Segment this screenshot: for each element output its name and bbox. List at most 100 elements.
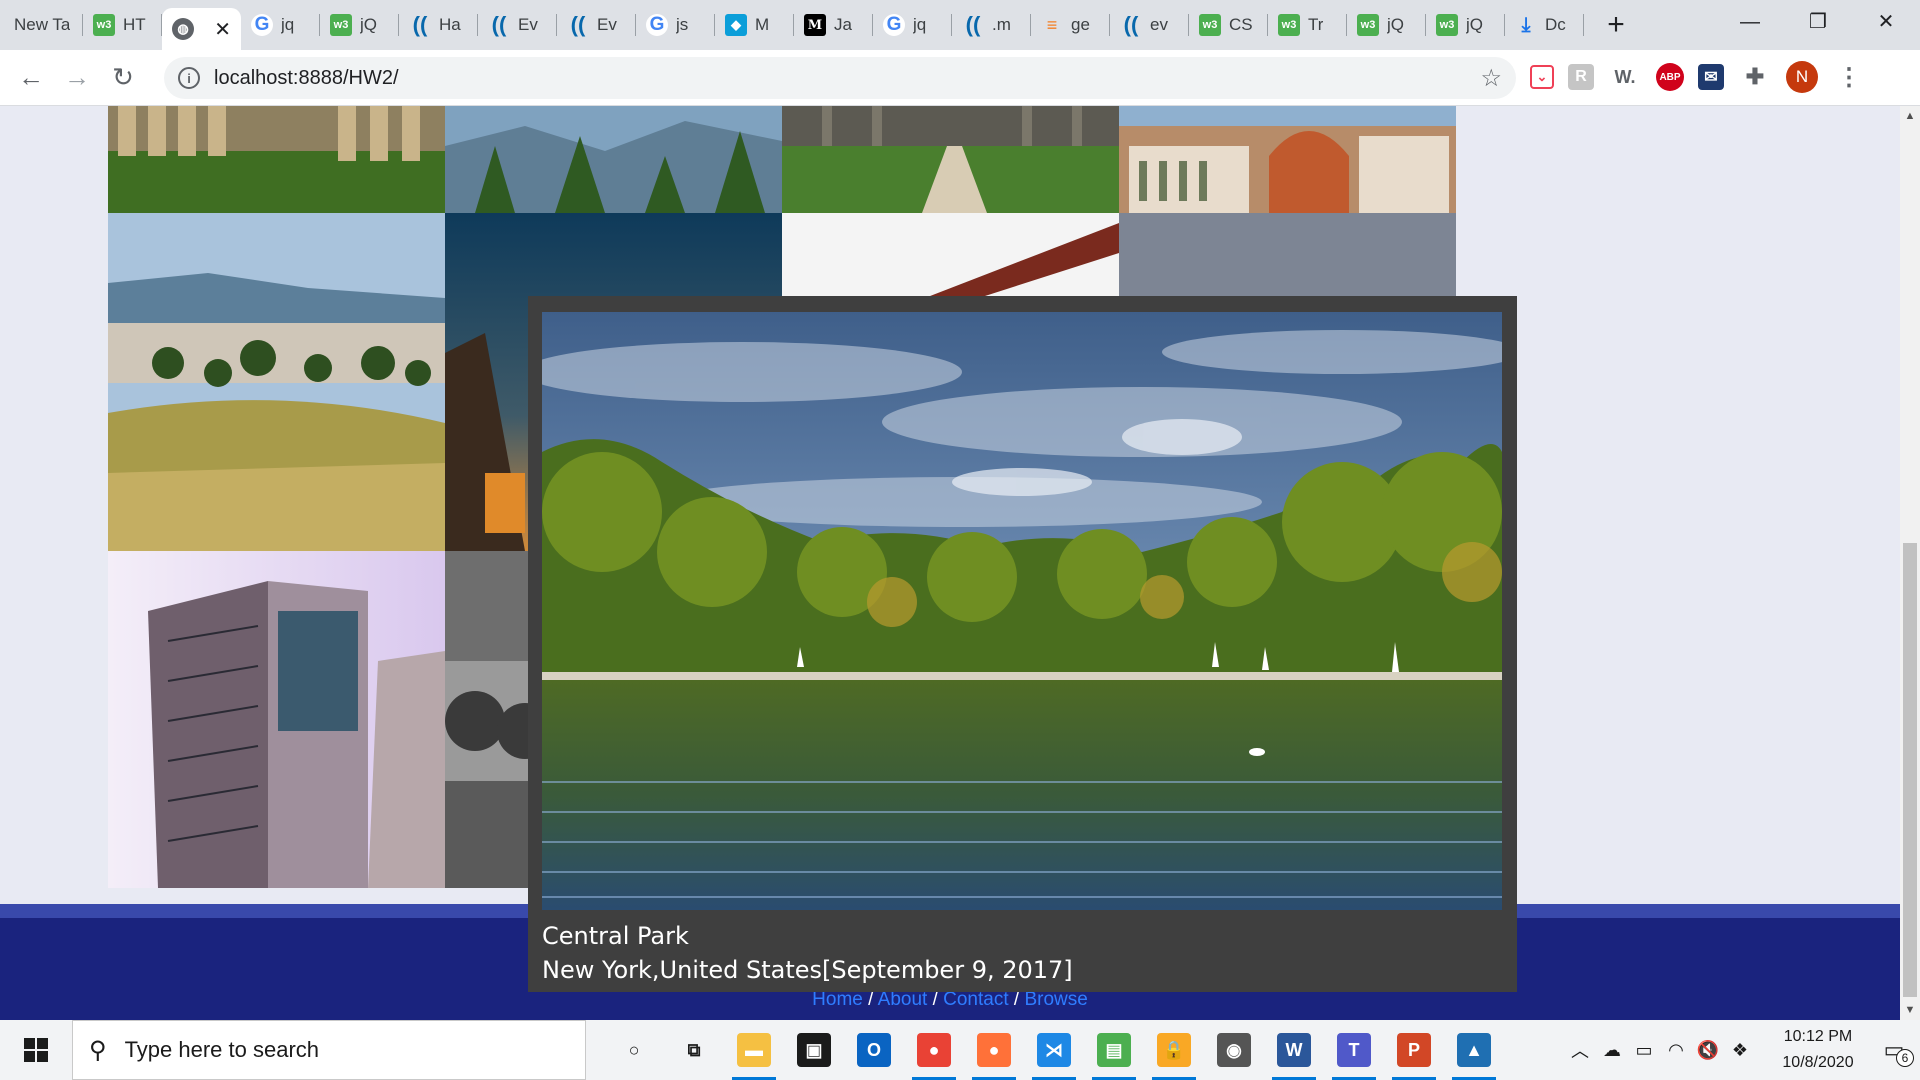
jquery-icon: (( (965, 12, 981, 37)
w3schools-icon: w3 (1278, 14, 1300, 36)
battery-icon[interactable]: ▭ (1628, 1040, 1660, 1061)
browser-tab[interactable]: w3 Tr (1268, 0, 1347, 50)
reload-icon[interactable]: ↻ (100, 62, 146, 93)
taskbar-app[interactable]: ▤ (1084, 1020, 1144, 1080)
close-tab-icon[interactable]: ✕ (214, 17, 231, 42)
page-scrollbar[interactable]: ▲ ▼ (1900, 106, 1920, 1020)
profile-avatar[interactable]: N (1786, 61, 1818, 93)
taskbar-app[interactable]: ▬ (724, 1020, 784, 1080)
teams-icon: T (1337, 1033, 1371, 1067)
browser-tab[interactable]: Gjq (241, 0, 320, 50)
taskbar-app[interactable]: ⧉ (664, 1020, 724, 1080)
browser-tab[interactable]: ((Ha (399, 0, 478, 50)
browser-tab[interactable]: w3 jQ (320, 0, 399, 50)
browser-tab[interactable]: ((.m (952, 0, 1031, 50)
scrollbar-thumb[interactable] (1903, 543, 1917, 997)
taskbar-app[interactable]: O (844, 1020, 904, 1080)
minimize-icon[interactable]: — (1716, 0, 1784, 44)
scroll-down-icon[interactable]: ▼ (1900, 1000, 1920, 1020)
extensions-puzzle-icon[interactable]: ✚ (1738, 60, 1772, 94)
taskbar-app[interactable]: P (1384, 1020, 1444, 1080)
dropbox-icon[interactable]: ❖ (1724, 1040, 1756, 1061)
lightbox-caption-detail: New York,United States[September 9, 2017… (542, 956, 1073, 984)
taskbar-app[interactable]: 🔒 (1144, 1020, 1204, 1080)
gallery-thumbnail[interactable] (1119, 106, 1456, 213)
clock-time: 10:12 PM (1783, 1028, 1853, 1045)
mail-extension-icon[interactable]: ✉ (1698, 64, 1724, 90)
show-hidden-icons-icon[interactable]: ︿ (1564, 1037, 1596, 1063)
footer-separator: / (1008, 989, 1025, 1010)
browser-tab[interactable]: w3 HT (83, 0, 162, 50)
taskbar-app[interactable]: ● (964, 1020, 1024, 1080)
tab-title: Ev (597, 15, 617, 34)
browser-tab[interactable]: ⤓ Dc (1505, 0, 1584, 50)
browser-tab[interactable]: New Ta (4, 0, 83, 50)
taskbar-app[interactable]: T (1324, 1020, 1384, 1080)
stackoverflow-icon: ≡ (1046, 14, 1058, 35)
bookmark-star-icon[interactable]: ☆ (1480, 64, 1502, 93)
browser-tab[interactable]: w3 jQ (1347, 0, 1426, 50)
footer-link-browse[interactable]: Browse (1024, 989, 1087, 1010)
back-arrow-icon[interactable]: ← (8, 62, 54, 93)
browser-tab[interactable]: w3 CS (1189, 0, 1268, 50)
taskbar-search-box[interactable]: ⚲ Type here to search (72, 1020, 586, 1080)
adblock-plus-icon[interactable]: ABP (1656, 63, 1684, 91)
tab-title: Ja (834, 15, 852, 34)
gallery-thumbnail[interactable] (782, 106, 1119, 213)
tab-title: jQ (1387, 15, 1404, 34)
taskbar-app[interactable]: W (1264, 1020, 1324, 1080)
keepass-icon: 🔒 (1157, 1033, 1191, 1067)
pocket-icon[interactable]: ⌄ (1530, 65, 1554, 89)
taskbar-app[interactable]: ○ (604, 1020, 664, 1080)
restore-icon[interactable]: ❐ (1784, 0, 1852, 44)
forward-arrow-icon[interactable]: → (54, 62, 100, 93)
close-window-icon[interactable]: ✕ (1852, 0, 1920, 44)
gallery-thumbnail[interactable] (108, 106, 445, 213)
site-info-icon[interactable]: i (178, 67, 200, 89)
browser-tab[interactable]: M Ja (794, 0, 873, 50)
taskbar-app[interactable]: ● (904, 1020, 964, 1080)
url-text[interactable]: localhost:8888/HW2/ (214, 67, 399, 90)
wifi-icon[interactable]: ◠ (1660, 1040, 1692, 1061)
taskbar-app[interactable]: ⋊ (1024, 1020, 1084, 1080)
scroll-up-icon[interactable]: ▲ (1900, 106, 1920, 126)
browser-tab[interactable]: ◆ M (715, 0, 794, 50)
browser-tab[interactable]: Gjs (636, 0, 715, 50)
browser-tab[interactable]: ((Ev (478, 0, 557, 50)
google-icon: G (883, 14, 905, 36)
store-icon: ▣ (797, 1033, 831, 1067)
gallery-thumbnail[interactable] (445, 106, 782, 213)
lightbox-popup[interactable]: Central Park New York,United States[Sept… (528, 296, 1517, 992)
browser-tab[interactable]: ≡ ge (1031, 0, 1110, 50)
browser-tab[interactable]: ((Ev (557, 0, 636, 50)
notification-center-icon[interactable]: ▭ 6 (1868, 1037, 1920, 1067)
footer-link-home[interactable]: Home (812, 989, 863, 1010)
r-extension-icon[interactable]: R (1568, 64, 1594, 90)
window-controls: — ❐ ✕ (1716, 0, 1920, 44)
taskbar-app[interactable]: ◉ (1204, 1020, 1264, 1080)
word-icon: W (1277, 1033, 1311, 1067)
taskbar-apps: ○ ⧉ ▬ ▣ O ● ● ⋊ ▤ 🔒 ◉ W T P ▲ (604, 1020, 1504, 1080)
gallery-thumbnail[interactable] (108, 551, 445, 888)
chrome-menu-icon[interactable]: ⋮ (1832, 60, 1866, 94)
gallery-thumbnail[interactable] (108, 213, 445, 551)
onedrive-icon[interactable]: ☁ (1596, 1040, 1628, 1061)
start-button[interactable] (0, 1020, 72, 1080)
outlook-icon: O (857, 1033, 891, 1067)
system-clock[interactable]: 10:12 PM 10/8/2020 (1768, 1024, 1868, 1076)
browser-tab[interactable]: ((ev (1110, 0, 1189, 50)
globe-icon: ◍ (172, 18, 194, 40)
browser-tab[interactable]: ◍ ✕ (162, 8, 241, 50)
w-extension-icon[interactable]: W. (1608, 60, 1642, 94)
taskbar-app[interactable]: ▲ (1444, 1020, 1504, 1080)
address-bar[interactable]: i localhost:8888/HW2/ ☆ (164, 57, 1516, 99)
new-tab-button[interactable]: + (1592, 0, 1640, 50)
footer-link-contact[interactable]: Contact (943, 989, 1008, 1010)
footer-link-about[interactable]: About (878, 989, 928, 1010)
browser-tab[interactable]: w3 jQ (1426, 0, 1505, 50)
google-icon: G (646, 14, 668, 36)
volume-muted-icon[interactable]: 🔇 (1692, 1040, 1724, 1061)
tab-title: jq (281, 15, 295, 34)
browser-tab[interactable]: Gjq (873, 0, 952, 50)
taskbar-app[interactable]: ▣ (784, 1020, 844, 1080)
